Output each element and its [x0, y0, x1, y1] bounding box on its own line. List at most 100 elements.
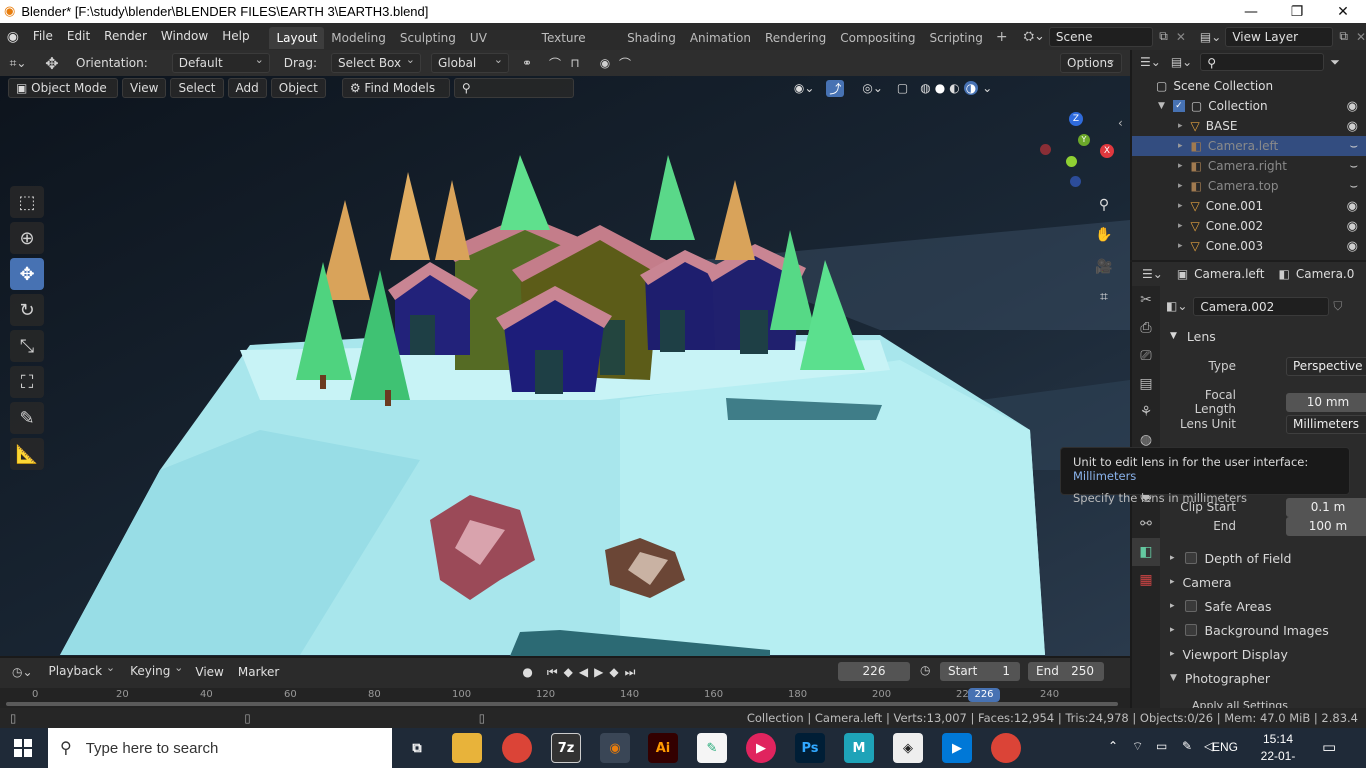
- prev-keyframe-icon[interactable]: ◆: [564, 665, 573, 679]
- outliner-item[interactable]: ▸ ▽ Cone.001 ◉: [1132, 196, 1366, 216]
- subpanel-checkbox[interactable]: [1184, 624, 1197, 636]
- perspective-grid-icon[interactable]: ⌗: [1091, 284, 1117, 310]
- cursor-tool-icon[interactable]: ⊕: [10, 222, 44, 254]
- record-icon[interactable]: ●: [522, 665, 532, 679]
- material-shading-icon[interactable]: ◐: [949, 81, 959, 95]
- hidden-eye-icon[interactable]: ⌣: [1349, 179, 1358, 194]
- lens-type-dropdown[interactable]: Perspective: [1286, 356, 1366, 376]
- eye-icon[interactable]: ◉: [1347, 119, 1358, 134]
- object-mode-dropdown[interactable]: ▣ Object Mode: [8, 78, 118, 98]
- maya-icon[interactable]: M: [844, 733, 874, 763]
- wireframe-shading-icon[interactable]: ◍: [920, 81, 930, 95]
- clip-end-field[interactable]: 100 m: [1286, 516, 1366, 536]
- subpanel-header[interactable]: ▼ Photographer: [1162, 666, 1366, 690]
- video-app-icon[interactable]: ▶: [942, 733, 972, 763]
- maximize-button[interactable]: ❐: [1274, 0, 1320, 23]
- view-menu[interactable]: View: [122, 78, 167, 98]
- language-indicator[interactable]: ENG: [1212, 740, 1238, 754]
- scene-collection-row[interactable]: ▢ Scene Collection: [1132, 76, 1366, 96]
- start-frame-field[interactable]: Start 1: [940, 662, 1020, 681]
- texture-tab-icon[interactable]: ▦: [1132, 566, 1160, 594]
- eye-icon[interactable]: ◉: [1347, 239, 1358, 254]
- taskbar-search-box[interactable]: ⚲ Type here to search: [48, 728, 392, 768]
- new-scene-icon[interactable]: ⧉: [1159, 29, 1168, 44]
- scale-tool-icon[interactable]: ⤡: [10, 330, 44, 362]
- rotate-tool-icon[interactable]: ↻: [10, 294, 44, 326]
- expand-arrow-icon[interactable]: ▸: [1178, 201, 1183, 211]
- gizmo-toggle-icon[interactable]: ⤴: [826, 79, 845, 97]
- unity-icon[interactable]: ◈: [893, 733, 923, 763]
- wifi-icon[interactable]: ⌔: [1132, 739, 1143, 754]
- tab-uv-editing[interactable]: UV Editing: [463, 27, 535, 67]
- current-frame-field[interactable]: 226: [838, 662, 910, 681]
- measure-tool-icon[interactable]: 📐: [10, 438, 44, 470]
- display-mode-icon[interactable]: ▤⌄: [1171, 55, 1192, 69]
- overlays-icon[interactable]: ◎⌄: [862, 81, 883, 95]
- pen-icon[interactable]: ✎: [1182, 739, 1192, 753]
- scene-tab-icon[interactable]: ⚘: [1132, 398, 1160, 426]
- transform-orientation-dropdown[interactable]: Global: [430, 51, 509, 73]
- 7zip-icon[interactable]: 7z: [551, 733, 581, 763]
- expand-arrow-icon[interactable]: ▸: [1178, 221, 1183, 231]
- timeline-ruler[interactable]: 0 20 40 60 80 100 120 140 160 180 200 220 240 226: [0, 688, 1130, 708]
- eye-icon[interactable]: ◉: [1347, 199, 1358, 214]
- tab-rendering[interactable]: Rendering: [758, 27, 833, 49]
- close-window-button[interactable]: ✕: [1320, 0, 1366, 23]
- menu-render[interactable]: Render: [97, 23, 154, 50]
- minimize-button[interactable]: —: [1228, 0, 1274, 23]
- snap-icon[interactable]: ⌒: [545, 53, 565, 73]
- subpanel-header[interactable]: ▸ Safe Areas: [1162, 594, 1366, 618]
- timeline-editor-icon[interactable]: ◷⌄: [12, 665, 33, 679]
- scene-render[interactable]: [0, 76, 1130, 656]
- outliner-item[interactable]: ▸ ▽ Cone.002 ◉: [1132, 216, 1366, 236]
- camera-view-icon[interactable]: 🎥: [1091, 254, 1117, 280]
- tab-scripting[interactable]: Scripting: [923, 27, 990, 49]
- constraints-tab-icon[interactable]: ⚯: [1132, 510, 1160, 538]
- options-dropdown[interactable]: Options: [1060, 51, 1122, 73]
- gizmo-neg-x[interactable]: [1040, 144, 1051, 155]
- outliner-item[interactable]: ▸ ▽ Cone.003 ◉: [1132, 236, 1366, 256]
- battery-icon[interactable]: ▭: [1156, 739, 1167, 753]
- menu-edit[interactable]: Edit: [60, 23, 97, 50]
- task-view-icon[interactable]: ⧉: [402, 733, 432, 763]
- fake-user-icon[interactable]: ⛉: [1333, 299, 1342, 314]
- object-menu[interactable]: Object: [270, 78, 326, 98]
- start-button-icon[interactable]: [14, 739, 32, 757]
- properties-editor-icon[interactable]: ☰⌄: [1142, 267, 1163, 281]
- view-layer-tab-icon[interactable]: ▤: [1132, 370, 1160, 398]
- playhead[interactable]: 226: [968, 688, 1000, 702]
- shading-options-icon[interactable]: ⌄: [982, 81, 992, 95]
- tab-compositing[interactable]: Compositing: [833, 27, 922, 49]
- subpanel-checkbox[interactable]: [1184, 552, 1197, 564]
- eye-icon[interactable]: ◉: [1347, 99, 1358, 114]
- illustrator-icon[interactable]: Ai: [648, 733, 678, 763]
- scene-selector-icon[interactable]: ⛭⌄: [1024, 29, 1045, 44]
- gizmo-z-axis[interactable]: Z: [1069, 112, 1083, 126]
- chrome-icon[interactable]: [502, 733, 532, 763]
- timeline-scrollbar[interactable]: [6, 702, 1118, 706]
- outliner-item[interactable]: ▸ ◧ Camera.top ⌣: [1132, 176, 1366, 196]
- marker-menu[interactable]: Marker: [231, 659, 286, 686]
- delete-scene-icon[interactable]: ✕: [1176, 30, 1186, 44]
- outliner-item[interactable]: ▸ ◧ Camera.right ⌣: [1132, 156, 1366, 176]
- tray-expand-icon[interactable]: ⌃: [1108, 739, 1118, 753]
- falloff-icon[interactable]: ⌒: [615, 53, 635, 73]
- subpanel-header[interactable]: ▸ Camera: [1162, 570, 1366, 594]
- camera-data-icon2[interactable]: ◧⌄: [1166, 299, 1187, 313]
- checkbox-icon[interactable]: ✓: [1172, 100, 1185, 112]
- collection-row[interactable]: ▼ ✓ ▢ Collection ◉: [1132, 96, 1366, 116]
- hidden-eye-icon[interactable]: ⌣: [1349, 139, 1358, 154]
- play-icon[interactable]: ▶: [594, 665, 603, 679]
- media-player-icon[interactable]: ▶: [746, 733, 776, 763]
- filter-icon[interactable]: ⏷: [1330, 55, 1340, 70]
- tab-shading[interactable]: Shading: [620, 27, 683, 49]
- delete-view-layer-icon[interactable]: ✕: [1356, 30, 1366, 44]
- navigation-gizmo[interactable]: Z X Y: [1040, 112, 1120, 192]
- select-box-tool-icon[interactable]: ⬚: [10, 186, 44, 218]
- subpanel-checkbox[interactable]: [1184, 600, 1197, 612]
- solid-shading-icon[interactable]: ●: [935, 81, 945, 95]
- expand-arrow-icon[interactable]: ▸: [1178, 241, 1183, 251]
- proportional-edit-icon[interactable]: ◉: [595, 53, 615, 73]
- viewport-search-field[interactable]: ⚲: [453, 78, 574, 98]
- tab-layout[interactable]: Layout: [269, 27, 325, 49]
